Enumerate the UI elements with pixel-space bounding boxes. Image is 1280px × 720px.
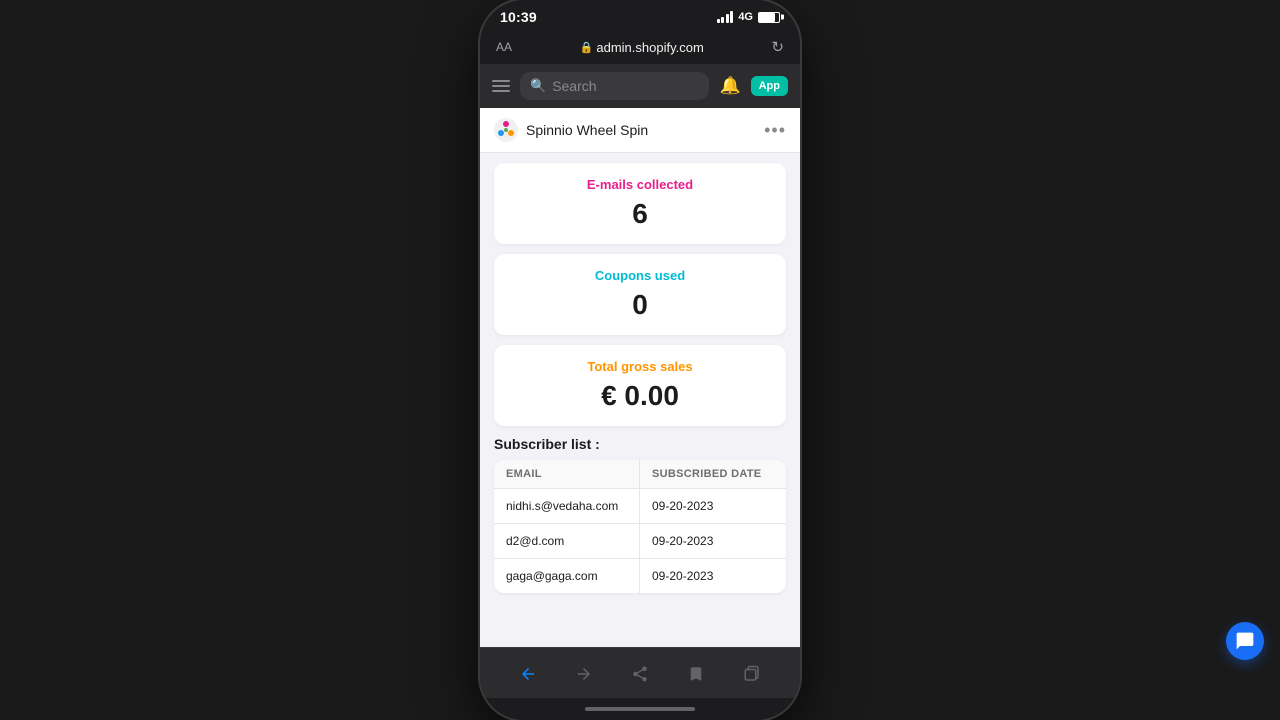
subscriber-table: EMAIL SUBSCRIBED DATE nidhi.s@vedaha.com… [494, 460, 786, 593]
signal-text: 4G [738, 11, 753, 23]
search-placeholder: Search [552, 78, 596, 94]
back-button[interactable] [510, 658, 546, 690]
date-cell: 09-20-2023 [640, 559, 786, 593]
battery-icon [758, 12, 780, 23]
app-name: Spinnio Wheel Spin [526, 122, 648, 138]
menu-button[interactable] [492, 80, 510, 92]
date-cell: 09-20-2023 [640, 489, 786, 523]
browser-toolbar: 🔍 Search 🔔 App [480, 64, 800, 108]
email-cell: gaga@gaga.com [494, 559, 640, 593]
search-bar[interactable]: 🔍 Search [520, 72, 709, 100]
toolbar-right: 🔔 App [719, 76, 788, 96]
table-header: EMAIL SUBSCRIBED DATE [494, 460, 786, 489]
email-column-header: EMAIL [494, 460, 640, 488]
status-bar: 10:39 4G [480, 0, 800, 32]
emails-card: E-mails collected 6 [494, 163, 786, 244]
more-options-button[interactable]: ••• [764, 120, 786, 141]
sales-label: Total gross sales [510, 359, 770, 374]
hamburger-icon [492, 90, 510, 92]
bottom-nav [480, 647, 800, 698]
home-line [585, 707, 695, 711]
signal-bars-icon [717, 11, 734, 23]
app-header: Spinnio Wheel Spin ••• [480, 108, 800, 153]
url-display[interactable]: 🔒 admin.shopify.com [580, 40, 704, 55]
main-content: Spinnio Wheel Spin ••• E-mails collected… [480, 108, 800, 647]
emails-label: E-mails collected [510, 177, 770, 192]
subscriber-title: Subscriber list : [494, 436, 786, 452]
email-cell: d2@d.com [494, 524, 640, 558]
table-row: nidhi.s@vedaha.com 09-20-2023 [494, 489, 786, 524]
app-badge[interactable]: App [751, 76, 788, 96]
tabs-button[interactable] [734, 658, 770, 690]
subscriber-section: Subscriber list : EMAIL SUBSCRIBED DATE … [480, 436, 800, 603]
sales-value: € 0.00 [510, 380, 770, 412]
emails-value: 6 [510, 198, 770, 230]
forward-button[interactable] [566, 658, 602, 690]
url-text: admin.shopify.com [596, 40, 703, 55]
address-bar: AA 🔒 admin.shopify.com ↻ [480, 32, 800, 64]
status-icons: 4G [717, 11, 780, 23]
coupons-card: Coupons used 0 [494, 254, 786, 335]
email-cell: nidhi.s@vedaha.com [494, 489, 640, 523]
refresh-icon[interactable]: ↻ [771, 38, 784, 56]
home-indicator [480, 698, 800, 720]
app-logo [494, 118, 518, 142]
hamburger-icon [492, 85, 510, 87]
table-row: d2@d.com 09-20-2023 [494, 524, 786, 559]
bookmarks-button[interactable] [678, 658, 714, 690]
hamburger-icon [492, 80, 510, 82]
status-time: 10:39 [500, 9, 537, 25]
lock-icon: 🔒 [580, 41, 594, 54]
stats-container: E-mails collected 6 Coupons used 0 Total… [480, 153, 800, 436]
coupons-label: Coupons used [510, 268, 770, 283]
bell-icon[interactable]: 🔔 [719, 76, 740, 96]
date-column-header: SUBSCRIBED DATE [640, 460, 786, 488]
sales-card: Total gross sales € 0.00 [494, 345, 786, 426]
table-row: gaga@gaga.com 09-20-2023 [494, 559, 786, 593]
share-button[interactable] [622, 658, 658, 690]
app-header-left: Spinnio Wheel Spin [494, 118, 648, 142]
date-cell: 09-20-2023 [640, 524, 786, 558]
coupons-value: 0 [510, 289, 770, 321]
aa-label: AA [496, 40, 512, 54]
search-icon: 🔍 [530, 78, 546, 94]
